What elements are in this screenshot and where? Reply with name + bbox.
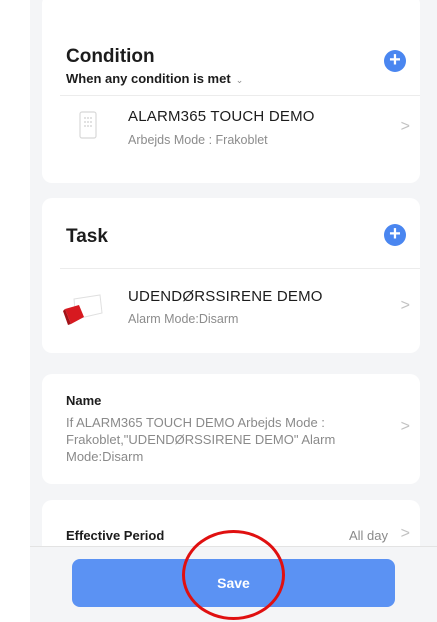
condition-title: Condition: [66, 46, 155, 67]
keypad-icon: [79, 111, 97, 139]
condition-header: Condition When any condition is met ⌄: [66, 46, 243, 86]
task-device-name: UDENDØRSSIRENE DEMO: [128, 288, 323, 305]
scene-editor-screen: Condition When any condition is met ⌄ + A…: [30, 0, 437, 622]
condition-card: Condition When any condition is met ⌄ + A…: [42, 0, 420, 183]
chevron-right-icon: >: [400, 118, 410, 135]
chevron-right-icon: >: [400, 525, 410, 542]
condition-mode-label: When any condition is met: [66, 71, 231, 86]
task-title: Task: [66, 226, 108, 247]
siren-icon: [63, 294, 103, 325]
condition-mode-selector[interactable]: When any condition is met ⌄: [66, 71, 243, 86]
effective-period-label: Effective Period: [66, 528, 165, 543]
add-condition-button[interactable]: +: [384, 50, 406, 72]
task-device-status: Alarm Mode:Disarm: [128, 312, 239, 326]
chevron-right-icon: >: [400, 297, 410, 314]
task-card: Task + UDENDØRSSIRENE DEMO Alarm Mode:Di…: [42, 198, 420, 353]
condition-device-name: ALARM365 TOUCH DEMO: [128, 108, 315, 125]
task-header: Task: [66, 226, 108, 248]
task-item[interactable]: UDENDØRSSIRENE DEMO Alarm Mode:Disarm >: [42, 269, 420, 349]
scene-name-value: If ALARM365 TOUCH DEMO Arbejds Mode : Fr…: [66, 415, 336, 464]
name-card[interactable]: Name If ALARM365 TOUCH DEMO Arbejds Mode…: [42, 374, 420, 484]
effective-period-value: All day: [348, 528, 388, 543]
chevron-down-icon: ⌄: [235, 75, 244, 85]
highlight-circle: [182, 530, 285, 620]
name-label: Name: [66, 393, 102, 408]
condition-item[interactable]: ALARM365 TOUCH DEMO Arbejds Mode : Frako…: [42, 96, 420, 176]
condition-device-status: Arbejds Mode : Frakoblet: [128, 133, 268, 147]
chevron-right-icon: >: [400, 418, 410, 435]
add-task-button[interactable]: +: [384, 224, 406, 246]
